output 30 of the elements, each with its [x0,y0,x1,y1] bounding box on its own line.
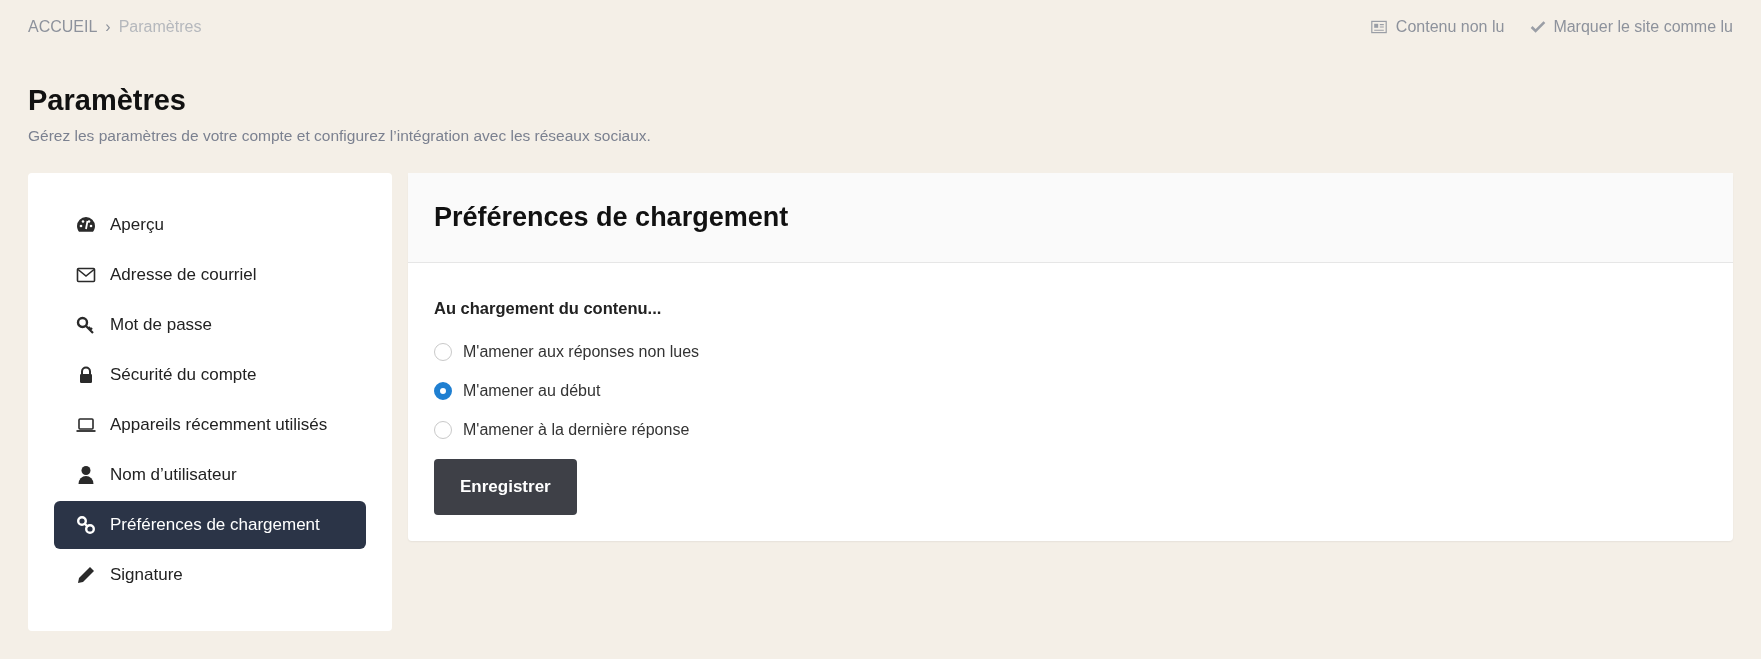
sidebar-item[interactable]: Appareils récemment utilisés [54,401,366,449]
page-title: Paramètres [28,84,187,117]
sidebar-item[interactable]: Signature [54,551,366,599]
breadcrumb-separator: › [105,18,111,36]
sidebar-item[interactable]: Mot de passe [54,301,366,349]
gauge-icon [76,215,96,235]
newspaper-icon [1368,19,1389,35]
breadcrumb-current: Paramètres [118,18,202,36]
radio-label: M'amener aux réponses non lues [463,342,700,361]
radio-button[interactable] [434,420,452,439]
link-icon [76,515,96,535]
radio-button[interactable] [434,381,452,400]
check-icon [1530,19,1547,35]
laptop-icon [76,415,96,435]
save-button[interactable]: Enregistrer [434,459,577,515]
key-icon [76,315,96,335]
pencil-icon [76,565,96,585]
sidebar-item[interactable]: Préférences de chargement [54,501,366,549]
sidebar-item[interactable]: Nom d’utilisateur [54,451,366,499]
panel-title: Préférences de chargement [434,202,790,233]
page-subtitle: Gérez les paramètres de votre compte et configurez l’intégration avec les réseaux sociaux. [28,127,652,145]
radio-label: M'amener au début [463,381,601,400]
radio-label: M'amener à la dernière réponse [463,420,690,439]
sidebar-item[interactable]: Sécurité du compte [54,351,366,399]
sidebar-item[interactable]: Adresse de courriel [54,251,366,299]
radio-button[interactable] [434,342,452,361]
sidebar-item[interactable]: Aperçu [54,201,366,249]
user-icon [76,465,96,485]
group-label: Au chargement du contenu... [434,299,663,318]
envelope-icon [76,265,96,285]
